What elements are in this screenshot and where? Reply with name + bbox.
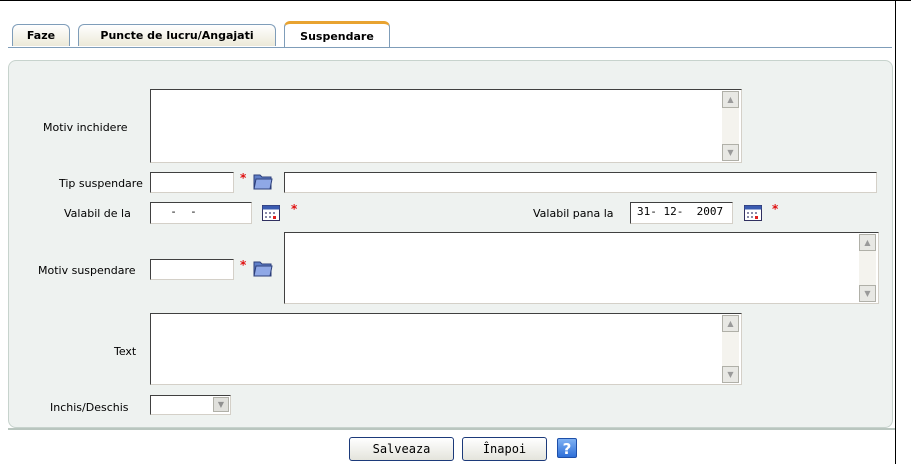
- scroll-up-icon[interactable]: ▲: [722, 315, 739, 332]
- back-button[interactable]: Înapoi: [462, 437, 547, 461]
- scroll-up-icon[interactable]: ▲: [859, 234, 876, 251]
- valabil-pana-la-input[interactable]: 31- 12- 2007: [630, 202, 733, 224]
- tab-puncte-de-lucru-label: Puncte de lucru/Angajati: [100, 29, 254, 42]
- valabil-pana-la-label: Valabil pana la: [533, 207, 614, 220]
- folder-icon[interactable]: [253, 259, 273, 277]
- tip-suspendare-code-input[interactable]: [150, 172, 234, 193]
- right-border: [895, 0, 896, 464]
- inchis-deschis-label: Inchis/Deschis: [50, 401, 129, 414]
- tip-suspendare-description-input[interactable]: [284, 172, 877, 193]
- motiv-suspendare-required-marker: *: [240, 258, 247, 272]
- tab-suspendare[interactable]: Suspendare: [284, 21, 390, 48]
- tab-faze-label: Faze: [26, 29, 56, 42]
- top-border: [0, 0, 911, 1]
- tip-suspendare-label: Tip suspendare: [59, 177, 143, 190]
- help-icon[interactable]: ?: [557, 438, 577, 458]
- scroll-down-icon[interactable]: ▼: [722, 144, 739, 161]
- text-scrollbar[interactable]: ▲ ▼: [722, 315, 739, 383]
- motiv-suspendare-textarea[interactable]: [284, 232, 879, 304]
- scroll-up-icon[interactable]: ▲: [722, 91, 739, 108]
- valabil-de-la-required-marker: *: [291, 202, 298, 216]
- panel-bottom-line: [8, 428, 895, 430]
- text-label: Text: [114, 345, 137, 358]
- tip-suspendare-required-marker: *: [240, 171, 247, 185]
- folder-icon[interactable]: [253, 172, 273, 190]
- save-button-label: Salveaza: [372, 442, 431, 456]
- valabil-pana-la-required-marker: *: [772, 202, 779, 216]
- scroll-down-icon[interactable]: ▼: [859, 285, 876, 302]
- scroll-down-icon[interactable]: ▼: [722, 366, 739, 383]
- back-button-label: Înapoi: [482, 442, 527, 456]
- motiv-suspendare-scrollbar[interactable]: ▲ ▼: [859, 234, 876, 302]
- valabil-de-la-label: Valabil de la: [64, 207, 131, 220]
- motiv-suspendare-code-input[interactable]: [150, 259, 234, 280]
- save-button[interactable]: Salveaza: [349, 437, 454, 461]
- calendar-icon[interactable]: [262, 205, 280, 221]
- tab-faze[interactable]: Faze: [12, 24, 70, 46]
- tab-strip-line: [8, 47, 892, 48]
- motiv-inchidere-label: Motiv inchidere: [43, 121, 128, 134]
- motiv-suspendare-label: Motiv suspendare: [38, 264, 136, 277]
- help-icon-label: ?: [562, 440, 572, 458]
- chevron-down-icon[interactable]: ▼: [213, 397, 229, 412]
- inchis-deschis-select[interactable]: ▼: [150, 395, 231, 415]
- tab-suspendare-label: Suspendare: [300, 30, 374, 43]
- calendar-icon[interactable]: [744, 205, 762, 221]
- text-textarea[interactable]: [150, 313, 742, 385]
- tab-puncte-de-lucru[interactable]: Puncte de lucru/Angajati: [78, 24, 276, 46]
- motiv-inchidere-textarea[interactable]: [150, 89, 742, 163]
- valabil-de-la-input[interactable]: - -: [150, 202, 252, 224]
- motiv-inchidere-scrollbar[interactable]: ▲ ▼: [722, 91, 739, 161]
